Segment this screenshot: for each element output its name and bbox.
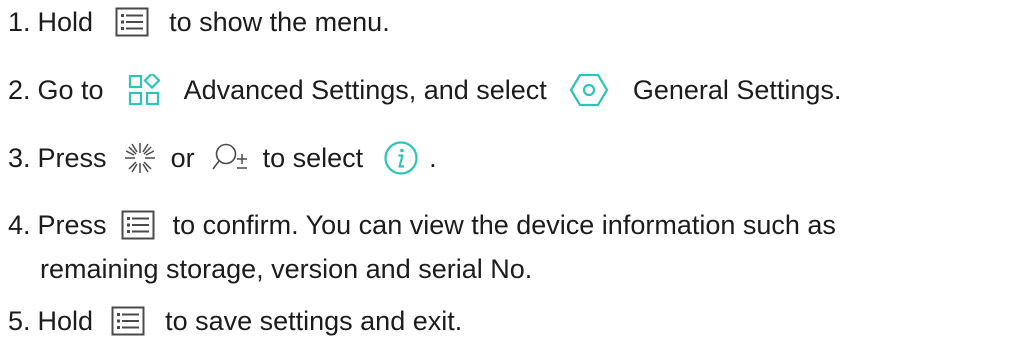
step-text: to confirm. You can view the device info… [172,210,836,240]
step-3: 3. Press or to select . [8,140,437,176]
step-number: 3. [8,143,31,173]
step-text: to select [262,143,364,173]
advanced-settings-icon [128,74,160,106]
step-2: 2. Go to Advanced Settings, and select G… [8,72,841,108]
step-number: 5. [8,306,31,336]
step-text: Press [37,143,107,173]
step-text: or [170,143,195,173]
step-text: Hold [37,306,94,336]
zoom-icon [211,142,249,174]
brightness-icon [123,141,157,175]
step-text: Hold [37,7,94,37]
step-number: 2. [8,75,31,105]
step-5: 5. Hold to save settings and exit. [8,303,462,339]
step-text: to show the menu. [169,7,390,37]
step-text: to save settings and exit. [165,306,463,336]
general-settings-icon [569,73,609,107]
step-4-continuation: remaining storage, version and serial No… [40,254,533,284]
step-text: . [429,143,437,173]
menu-icon [115,7,149,37]
step-text: Advanced Settings, and select [183,75,547,105]
menu-icon [121,210,155,240]
step-text: Press [37,210,107,240]
menu-icon [111,306,145,336]
step-1: 1. Hold to show the menu. [8,4,390,40]
step-number: 1. [8,7,31,37]
step-number: 4. [8,210,31,240]
step-text: General Settings. [632,75,842,105]
step-4: 4. Press to confirm. You can view the de… [8,207,836,243]
info-icon [383,140,419,176]
step-text: Go to [37,75,104,105]
